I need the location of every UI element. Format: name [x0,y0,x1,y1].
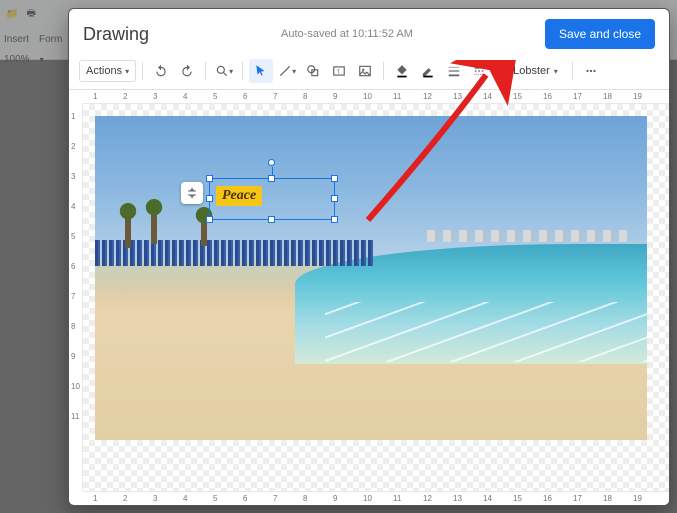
line-tool[interactable]: ▾ [275,59,299,83]
border-weight-button[interactable] [442,59,466,83]
image-palm [125,208,131,248]
fill-color-button[interactable] [390,59,414,83]
resize-handle-w[interactable] [206,195,213,202]
image-umbrellas [95,240,375,266]
horizontal-ruler-top: 12345678910111213141516171819 [83,90,669,104]
canvas-area[interactable]: Peace [83,104,669,491]
textbox-tool[interactable]: T [327,59,351,83]
image-foam [325,302,647,362]
image-tool[interactable] [353,59,377,83]
alignment-control[interactable] [181,182,203,204]
wordart-text[interactable]: Peace [216,186,262,206]
resize-handle-ne[interactable] [331,175,338,182]
border-color-button[interactable] [416,59,440,83]
resize-handle-nw[interactable] [206,175,213,182]
redo-button[interactable] [175,59,199,83]
zoom-button[interactable]: ▾ [212,59,236,83]
resize-handle-e[interactable] [331,195,338,202]
drawing-canvas[interactable]: Peace [95,116,647,440]
resize-handle-sw[interactable] [206,216,213,223]
dialog-title: Drawing [83,24,149,45]
undo-button[interactable] [149,59,173,83]
svg-text:T: T [337,69,341,75]
dialog-header: Drawing Auto-saved at 10:11:52 AM Save a… [69,9,669,57]
select-tool[interactable] [249,59,273,83]
rotate-handle[interactable] [268,159,275,166]
vertical-ruler: 1234567891011 [69,104,83,491]
drawing-toolbar: Actions▾ ▾ ▾ T Lobster▾ [69,57,669,90]
image-palm [151,204,157,244]
horizontal-ruler-bottom: 12345678910111213141516171819 [83,491,669,505]
shape-tool[interactable] [301,59,325,83]
save-and-close-button[interactable]: Save and close [545,19,655,49]
drawing-dialog: Drawing Auto-saved at 10:11:52 AM Save a… [68,8,670,506]
image-buildings [427,230,627,242]
border-dash-button[interactable] [468,59,492,83]
actions-menu[interactable]: Actions▾ [79,60,136,82]
resize-handle-s[interactable] [268,216,275,223]
resize-handle-n[interactable] [268,175,275,182]
wordart-selection[interactable]: Peace [209,178,335,220]
autosave-status: Auto-saved at 10:11:52 AM [161,28,533,40]
font-selector[interactable]: Lobster▾ [505,62,566,80]
resize-handle-se[interactable] [331,216,338,223]
more-options-button[interactable] [579,59,603,83]
